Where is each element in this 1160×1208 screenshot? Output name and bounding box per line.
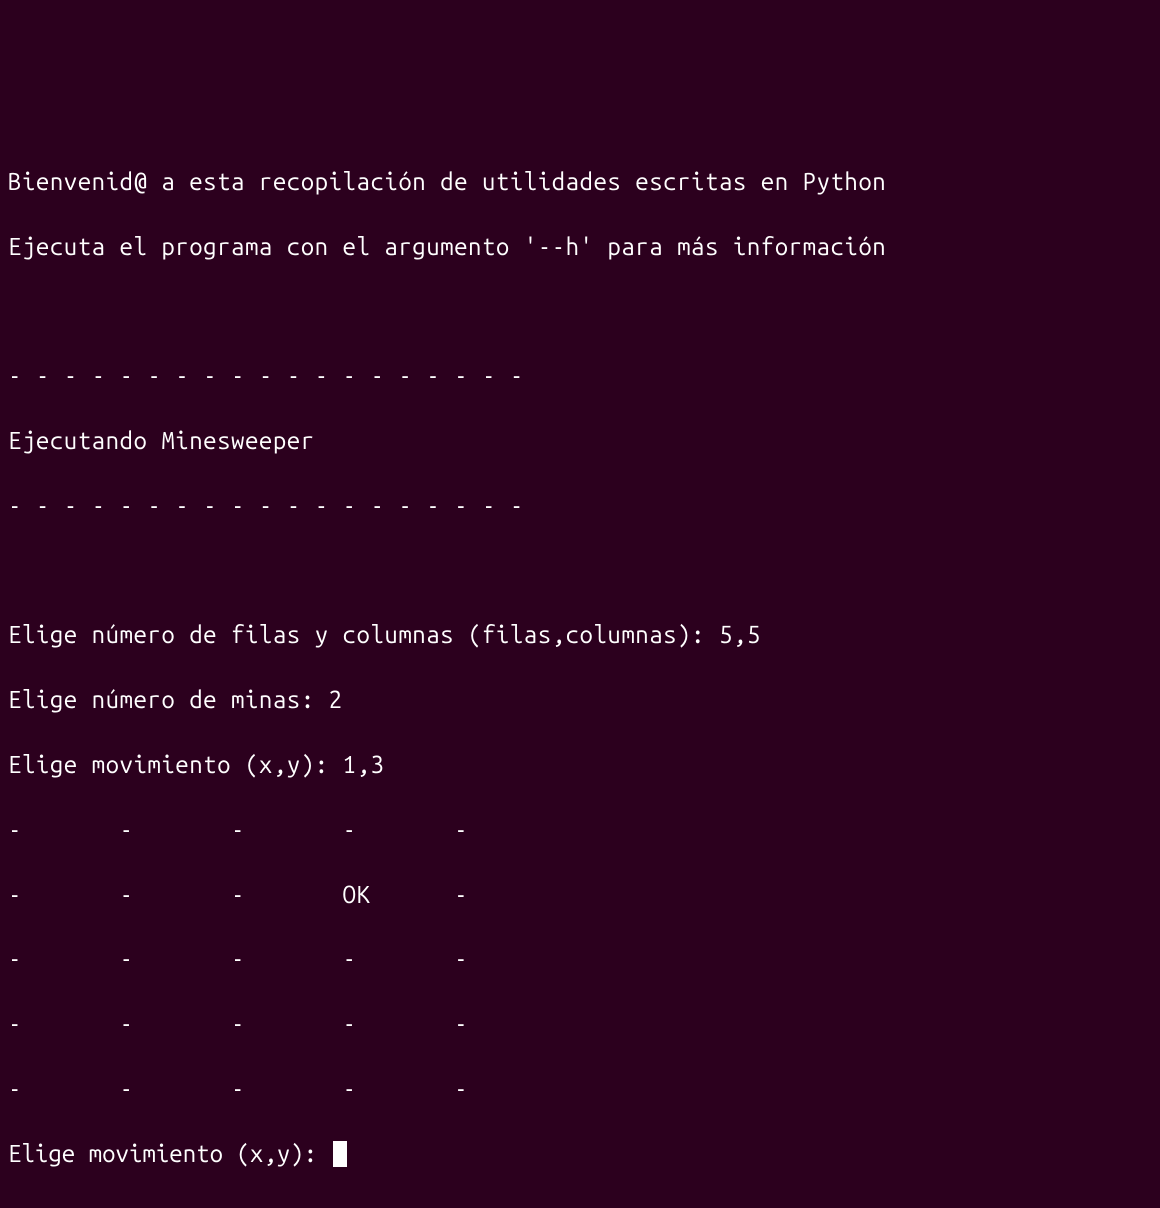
grid-row-4: - - - - - bbox=[8, 1073, 1152, 1105]
prompt-mines: Elige número de minas: 2 bbox=[8, 684, 1152, 716]
separator-line-1: - - - - - - - - - - - - - - - - - - - bbox=[8, 360, 1152, 392]
terminal-window[interactable]: Bienvenid@ a esta recopilación de utilid… bbox=[8, 134, 1152, 1203]
prompt-move-1: Elige movimiento (x,y): 1,3 bbox=[8, 749, 1152, 781]
cursor bbox=[333, 1141, 347, 1167]
running-line: Ejecutando Minesweeper bbox=[8, 425, 1152, 457]
welcome-line-1: Bienvenid@ a esta recopilación de utilid… bbox=[8, 166, 1152, 198]
prompt-current[interactable]: Elige movimiento (x,y): bbox=[8, 1138, 1152, 1170]
prompt-rows-cols: Elige número de filas y columnas (filas,… bbox=[8, 619, 1152, 651]
prompt-text: Elige movimiento (x,y): bbox=[8, 1138, 331, 1170]
grid-row-1: - - - OK - bbox=[8, 879, 1152, 911]
grid-row-0: - - - - - bbox=[8, 814, 1152, 846]
separator-line-2: - - - - - - - - - - - - - - - - - - - bbox=[8, 490, 1152, 522]
welcome-line-2: Ejecuta el programa con el argumento '--… bbox=[8, 231, 1152, 263]
grid-row-3: - - - - - bbox=[8, 1008, 1152, 1040]
grid-row-2: - - - - - bbox=[8, 943, 1152, 975]
